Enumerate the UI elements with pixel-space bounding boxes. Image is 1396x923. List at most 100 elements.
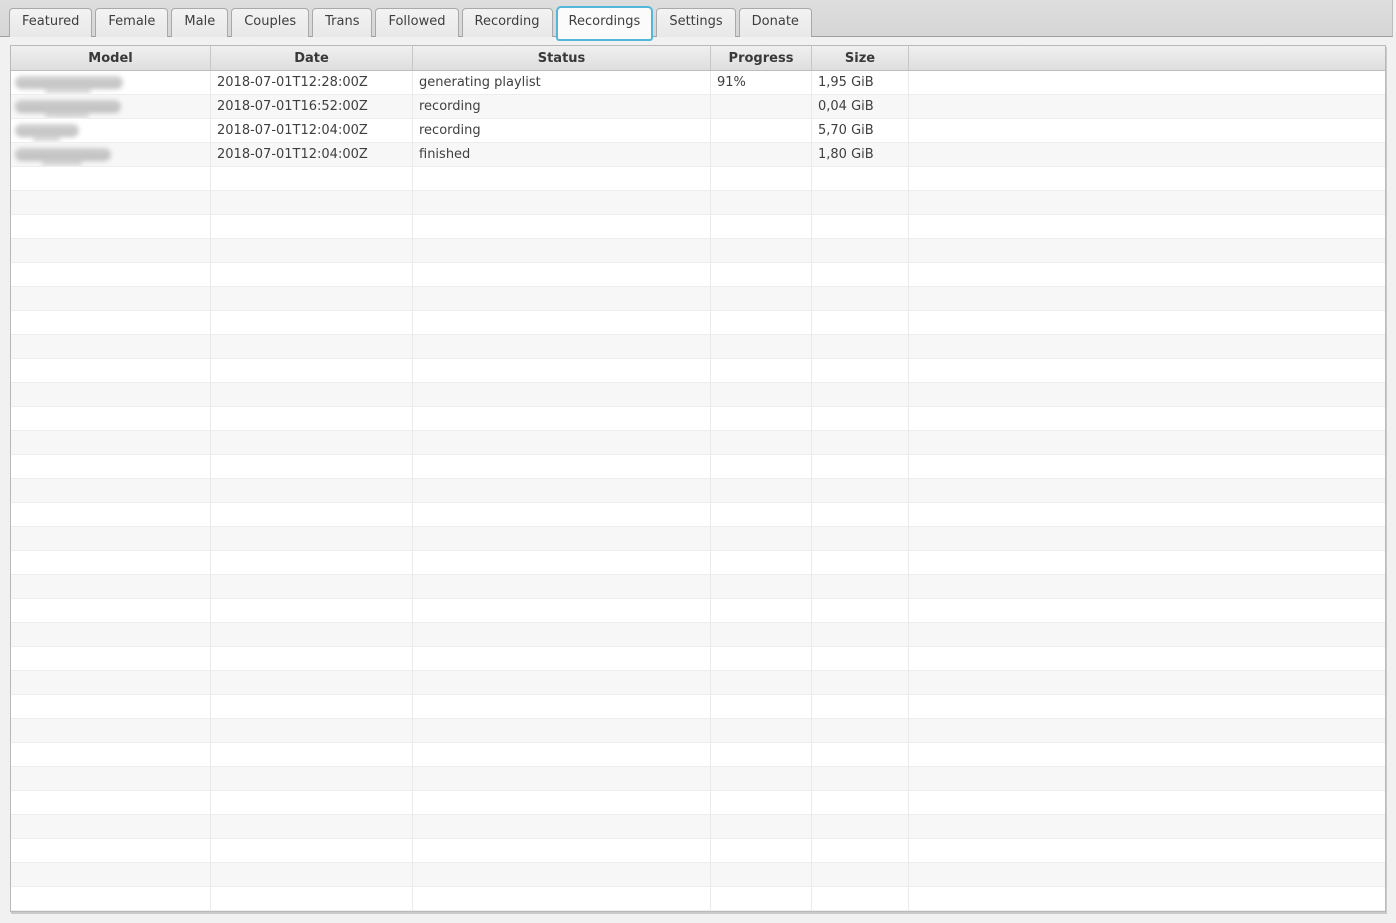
cell-date — [211, 647, 413, 671]
cell-filler — [909, 119, 1385, 143]
tab-trans[interactable]: Trans — [312, 8, 372, 37]
cell-date — [211, 743, 413, 767]
tab-male[interactable]: Male — [171, 8, 228, 37]
table-row-empty[interactable] — [11, 215, 1385, 239]
cell-filler — [909, 527, 1385, 551]
cell-size — [812, 791, 909, 815]
tab-featured[interactable]: Featured — [9, 8, 92, 37]
column-header-status[interactable]: Status — [413, 46, 711, 70]
cell-size — [812, 335, 909, 359]
table-row-empty[interactable] — [11, 647, 1385, 671]
cell-filler — [909, 167, 1385, 191]
cell-size — [812, 767, 909, 791]
table-row-empty[interactable] — [11, 311, 1385, 335]
table-row-empty[interactable] — [11, 527, 1385, 551]
table-row-empty[interactable] — [11, 791, 1385, 815]
cell-status — [413, 791, 711, 815]
table-row-empty[interactable] — [11, 239, 1385, 263]
cell-model — [11, 95, 211, 119]
cell-filler — [909, 551, 1385, 575]
cell-status — [413, 239, 711, 263]
cell-filler — [909, 671, 1385, 695]
cell-date — [211, 311, 413, 335]
table-row-empty[interactable] — [11, 191, 1385, 215]
model-name-redacted — [15, 124, 79, 137]
tab-female[interactable]: Female — [95, 8, 168, 37]
cell-progress — [711, 479, 812, 503]
cell-status — [413, 767, 711, 791]
cell-size — [812, 551, 909, 575]
cell-date: 2018-07-01T12:04:00Z — [211, 143, 413, 167]
cell-size — [812, 191, 909, 215]
table-row-empty[interactable] — [11, 431, 1385, 455]
cell-model — [11, 71, 211, 95]
cell-status — [413, 167, 711, 191]
cell-size — [812, 815, 909, 839]
cell-filler — [909, 263, 1385, 287]
table-row-empty[interactable] — [11, 503, 1385, 527]
table-row-empty[interactable] — [11, 887, 1385, 911]
tab-recordings[interactable]: Recordings — [556, 6, 654, 41]
cell-model — [11, 239, 211, 263]
table-row-empty[interactable] — [11, 623, 1385, 647]
table-row-empty[interactable] — [11, 815, 1385, 839]
table-row-empty[interactable] — [11, 863, 1385, 887]
table-row-empty[interactable] — [11, 287, 1385, 311]
table-row-empty[interactable] — [11, 167, 1385, 191]
column-header-model[interactable]: Model — [11, 46, 211, 70]
table-row-empty[interactable] — [11, 479, 1385, 503]
cell-filler — [909, 407, 1385, 431]
cell-model — [11, 143, 211, 167]
table-row-empty[interactable] — [11, 599, 1385, 623]
cell-size — [812, 215, 909, 239]
cell-date — [211, 527, 413, 551]
cell-filler — [909, 815, 1385, 839]
table-row[interactable]: 2018-07-01T12:28:00Zgenerating playlist9… — [11, 71, 1385, 95]
table-row-empty[interactable] — [11, 359, 1385, 383]
table-row-empty[interactable] — [11, 263, 1385, 287]
table-header: ModelDateStatusProgressSize — [11, 46, 1385, 71]
tab-recording[interactable]: Recording — [462, 8, 553, 37]
table-row[interactable]: 2018-07-01T12:04:00Zrecording5,70 GiB — [11, 119, 1385, 143]
table-row-empty[interactable] — [11, 335, 1385, 359]
cell-size — [812, 263, 909, 287]
tab-donate[interactable]: Donate — [739, 8, 812, 37]
cell-model — [11, 719, 211, 743]
table-row[interactable]: 2018-07-01T16:52:00Zrecording0,04 GiB — [11, 95, 1385, 119]
table-row-empty[interactable] — [11, 695, 1385, 719]
cell-progress — [711, 743, 812, 767]
table-row-empty[interactable] — [11, 743, 1385, 767]
cell-status: generating playlist — [413, 71, 711, 95]
tab-settings[interactable]: Settings — [656, 8, 735, 37]
cell-progress — [711, 119, 812, 143]
table-row-empty[interactable] — [11, 671, 1385, 695]
cell-model — [11, 431, 211, 455]
cell-status — [413, 407, 711, 431]
cell-size — [812, 719, 909, 743]
cell-date — [211, 575, 413, 599]
table-row-empty[interactable] — [11, 455, 1385, 479]
table-row-empty[interactable] — [11, 575, 1385, 599]
tab-followed[interactable]: Followed — [375, 8, 458, 37]
table-row-empty[interactable] — [11, 383, 1385, 407]
tab-couples[interactable]: Couples — [231, 8, 309, 37]
table-row-empty[interactable] — [11, 551, 1385, 575]
cell-status — [413, 311, 711, 335]
cell-filler — [909, 95, 1385, 119]
table-row-empty[interactable] — [11, 767, 1385, 791]
column-header-date[interactable]: Date — [211, 46, 413, 70]
cell-status — [413, 623, 711, 647]
cell-progress — [711, 623, 812, 647]
cell-date — [211, 431, 413, 455]
cell-progress — [711, 95, 812, 119]
column-header-size[interactable]: Size — [812, 46, 909, 70]
cell-size: 1,95 GiB — [812, 71, 909, 95]
table-row[interactable]: 2018-07-01T12:04:00Zfinished1,80 GiB — [11, 143, 1385, 167]
cell-filler — [909, 311, 1385, 335]
table-row-empty[interactable] — [11, 839, 1385, 863]
column-header-progress[interactable]: Progress — [711, 46, 812, 70]
cell-progress — [711, 839, 812, 863]
table-row-empty[interactable] — [11, 719, 1385, 743]
column-header-filler[interactable] — [909, 46, 1385, 70]
table-row-empty[interactable] — [11, 407, 1385, 431]
